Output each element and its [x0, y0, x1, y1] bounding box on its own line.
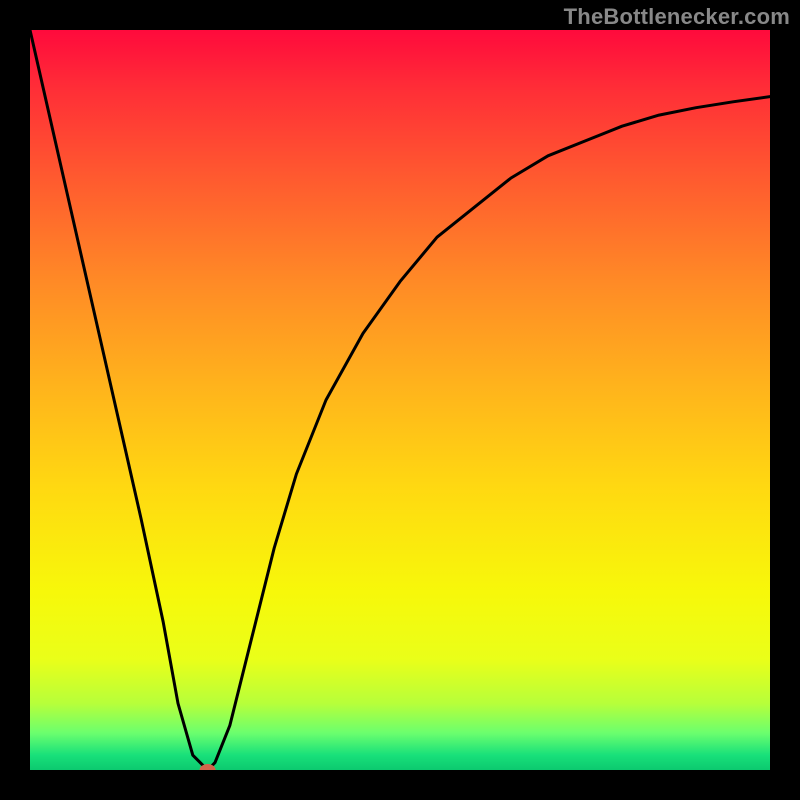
plot-area — [30, 30, 770, 770]
attribution-text: TheBottlenecker.com — [564, 4, 790, 30]
curve-svg — [30, 30, 770, 770]
chart-frame: TheBottlenecker.com — [0, 0, 800, 800]
bottleneck-curve — [30, 30, 770, 770]
